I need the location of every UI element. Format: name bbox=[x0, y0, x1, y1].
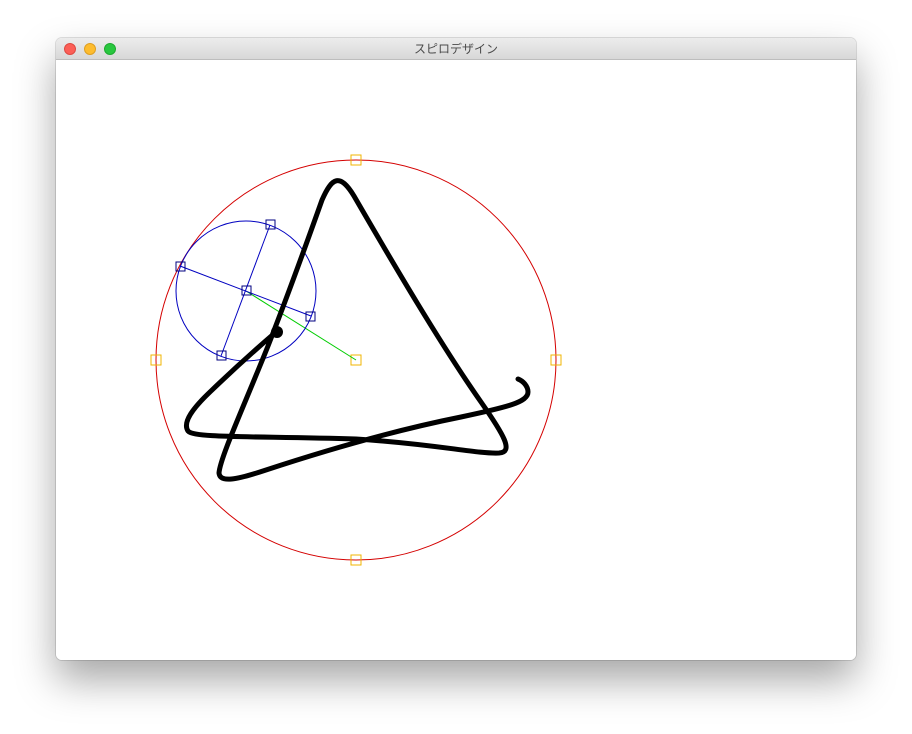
app-window: スピロデザイン bbox=[56, 38, 856, 660]
window-title: スピロデザイン bbox=[413, 42, 498, 56]
drawing-canvas[interactable] bbox=[56, 60, 856, 660]
pen-point[interactable] bbox=[271, 326, 283, 338]
title-bar[interactable]: スピロデザイン bbox=[56, 38, 856, 60]
inner-handle-right[interactable] bbox=[305, 311, 316, 322]
spiro-trace bbox=[184, 178, 531, 482]
arm-line bbox=[245, 290, 357, 361]
inner-spoke-b bbox=[220, 224, 271, 357]
spiro-svg[interactable] bbox=[56, 60, 856, 660]
